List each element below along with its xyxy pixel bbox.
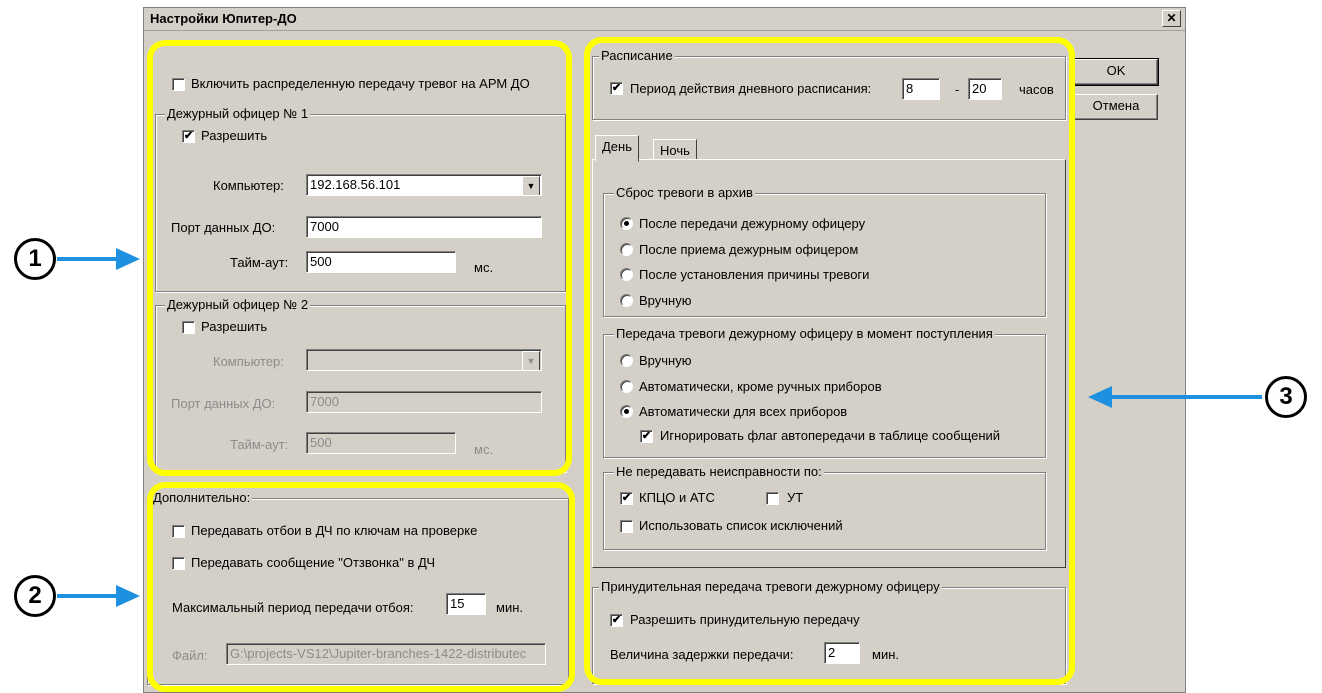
faults-title: Не передавать неисправности по: <box>614 464 824 479</box>
check-icon: ✔ <box>621 492 632 504</box>
transfer-title: Передача тревоги дежурному офицеру в мом… <box>614 326 995 341</box>
transfer-option-radio[interactable] <box>620 380 633 393</box>
ut-label: УТ <box>787 490 804 505</box>
kpco-label: КПЦО и АТС <box>639 490 715 505</box>
transfer-option-label: Вручную <box>639 353 692 368</box>
archive-option-radio[interactable] <box>620 268 633 281</box>
archive-option-label: После приема дежурным офицером <box>639 242 859 257</box>
kpco-checkbox[interactable]: ✔ <box>620 492 633 505</box>
archive-option-label: Вручную <box>639 293 692 308</box>
archive-title: Сброс тревоги в архив <box>614 185 755 200</box>
ignore-flag-label: Игнорировать флаг автопередачи в таблице… <box>660 428 1001 443</box>
faults-group <box>603 472 1046 550</box>
exclusions-checkbox[interactable] <box>620 520 633 533</box>
archive-option-radio[interactable] <box>620 243 633 256</box>
archive-option-label: После передачи дежурному офицеру <box>639 216 866 231</box>
archive-option-label: После установления причины тревоги <box>639 267 870 282</box>
transfer-option-label: Автоматически, кроме ручных приборов <box>639 379 882 394</box>
transfer-option-radio[interactable] <box>620 354 633 367</box>
archive-option-radio[interactable] <box>620 217 633 230</box>
transfer-option-label: Автоматически для всех приборов <box>639 404 848 419</box>
check-icon: ✔ <box>641 430 652 442</box>
ut-checkbox[interactable] <box>766 492 779 505</box>
exclusions-label: Использовать список исключений <box>639 518 843 533</box>
archive-option-radio[interactable] <box>620 294 633 307</box>
ignore-flag-checkbox[interactable]: ✔ <box>640 430 653 443</box>
tab-day[interactable]: День <box>595 135 639 162</box>
transfer-option-radio[interactable] <box>620 405 633 418</box>
